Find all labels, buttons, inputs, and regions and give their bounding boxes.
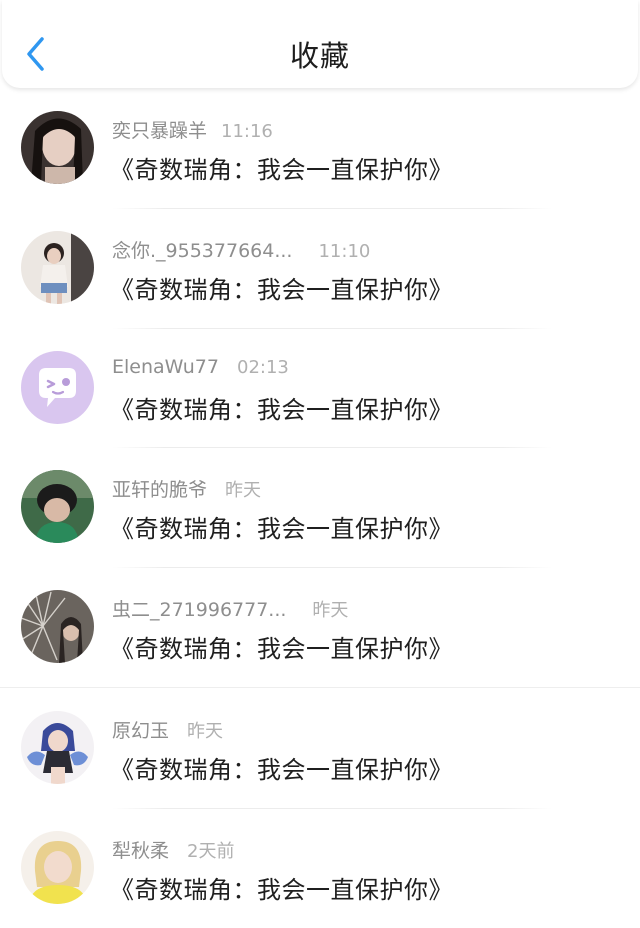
user-name[interactable]: 奕只暴躁羊 — [112, 120, 207, 142]
header-bar: 收藏 — [2, 0, 638, 88]
avatar[interactable] — [21, 111, 94, 184]
list-item[interactable]: 亚轩的脆爷 昨天 《奇数瑞角：我会一直保护你》 — [0, 447, 640, 567]
page-title: 收藏 — [289, 39, 350, 73]
user-name[interactable]: 念你._955377664... — [112, 240, 292, 262]
divider — [112, 327, 552, 329]
favorite-title[interactable]: 《奇数瑞角：我会一直保护你》 — [110, 390, 453, 425]
divider — [112, 807, 552, 809]
item-meta: 亚轩的脆爷 昨天 — [112, 475, 261, 501]
list-item[interactable]: 奕只暴躁羊 11:16 《奇数瑞角：我会一直保护你》 — [0, 88, 640, 208]
item-meta: 奕只暴躁羊 11:16 — [112, 116, 273, 142]
avatar[interactable] — [21, 230, 94, 304]
list-item[interactable]: ElenaWu77 02:13 《奇数瑞角：我会一直保护你》 — [0, 327, 640, 448]
item-meta: 原幻玉 昨天 — [112, 716, 223, 742]
avatar[interactable] — [21, 830, 94, 904]
timestamp: 2天前 — [187, 840, 235, 862]
item-meta: 虫二_271996777... 昨天 — [112, 595, 348, 621]
favorite-title[interactable]: 《奇数瑞角：我会一直保护你》 — [110, 150, 453, 185]
avatar[interactable] — [21, 350, 94, 424]
user-name[interactable]: 原幻玉 — [112, 720, 169, 742]
timestamp: 11:10 — [318, 240, 371, 262]
avatar[interactable] — [21, 470, 94, 544]
favorite-title[interactable]: 《奇数瑞角：我会一直保护你》 — [110, 870, 453, 905]
chat-bubble-icon — [21, 350, 94, 424]
user-name[interactable]: 犁秋柔 — [112, 840, 169, 862]
item-meta: 犁秋柔 2天前 — [112, 836, 234, 862]
divider — [112, 567, 552, 569]
timestamp: 11:16 — [221, 121, 273, 142]
list-item[interactable]: 原幻玉 昨天 《奇数瑞角：我会一直保护你》 — [0, 686, 640, 808]
favorite-title[interactable]: 《奇数瑞角：我会一直保护你》 — [110, 750, 453, 785]
item-meta: ElenaWu77 02:13 — [112, 356, 289, 382]
user-name[interactable]: 亚轩的脆爷 — [112, 479, 207, 501]
divider — [112, 447, 552, 449]
list-item[interactable]: 犁秋柔 2天前 《奇数瑞角：我会一直保护你》 — [0, 807, 640, 928]
user-name[interactable]: ElenaWu77 — [112, 356, 219, 378]
timestamp: 昨天 — [187, 720, 224, 742]
list-item[interactable]: 虫二_271996777... 昨天 《奇数瑞角：我会一直保护你》 — [0, 567, 640, 687]
avatar[interactable] — [21, 710, 94, 784]
favorite-title[interactable]: 《奇数瑞角：我会一直保护你》 — [110, 629, 453, 664]
user-name[interactable]: 虫二_271996777... — [112, 599, 286, 621]
timestamp: 昨天 — [225, 480, 262, 502]
favorite-title[interactable]: 《奇数瑞角：我会一直保护你》 — [110, 509, 453, 544]
timestamp: 02:13 — [237, 356, 289, 378]
avatar[interactable] — [21, 590, 94, 664]
divider — [112, 207, 552, 209]
timestamp: 昨天 — [312, 600, 349, 622]
item-meta: 念你._955377664... 11:10 — [112, 236, 370, 262]
favorite-title[interactable]: 《奇数瑞角：我会一直保护你》 — [110, 270, 453, 305]
list-item[interactable]: 念你._955377664... 11:10 《奇数瑞角：我会一直保护你》 — [0, 207, 640, 328]
favorites-list: 奕只暴躁羊 11:16 《奇数瑞角：我会一直保护你》 念你._955377664.… — [0, 88, 640, 928]
